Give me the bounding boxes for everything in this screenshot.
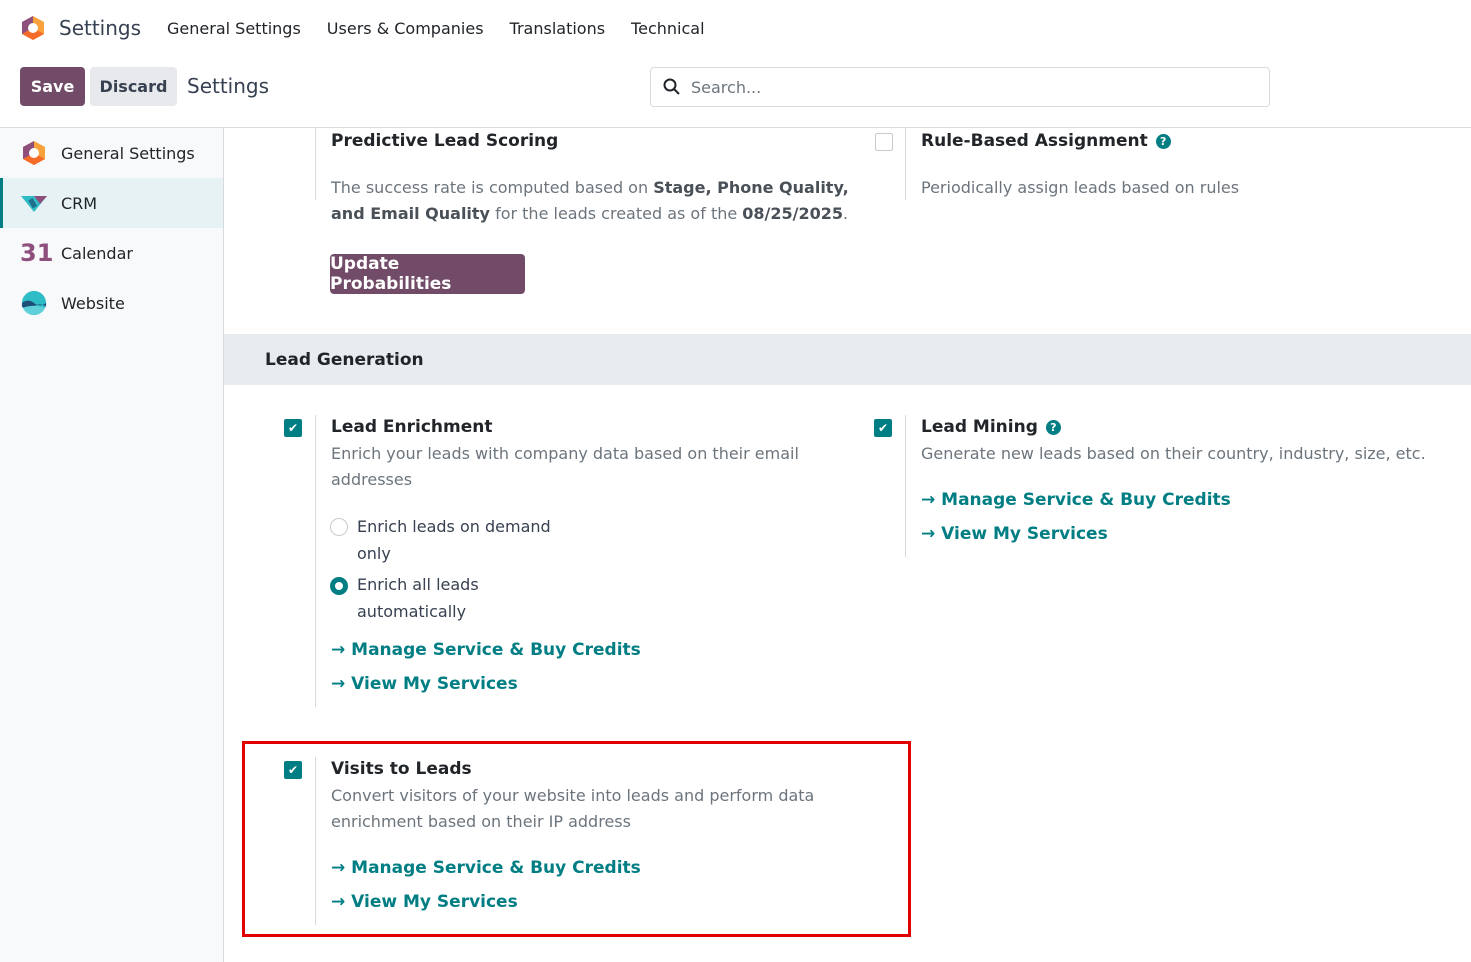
website-icon — [20, 290, 48, 316]
sidebar-item-crm[interactable]: CRM — [0, 178, 223, 228]
top-navbar: Settings General Settings Users & Compan… — [0, 0, 1471, 56]
sidebar-item-label: General Settings — [61, 144, 195, 163]
discard-button[interactable]: Discard — [90, 67, 177, 106]
sidebar-item-label: Calendar — [61, 244, 133, 263]
divider — [905, 415, 906, 557]
view-services-link[interactable]: → View My Services — [331, 674, 518, 694]
sidebar: General Settings CRM 31 Calendar Website — [0, 128, 224, 962]
app-title[interactable]: Settings — [59, 16, 141, 40]
rule-based-assignment-checkbox[interactable] — [875, 133, 893, 151]
divider — [315, 128, 316, 200]
manage-service-link[interactable]: → Manage Service & Buy Credits — [921, 490, 1231, 510]
view-services-link[interactable]: → View My Services — [921, 524, 1108, 544]
sidebar-item-label: Website — [61, 294, 125, 313]
breadcrumb: Settings — [187, 74, 269, 98]
lead-enrichment-checkbox[interactable]: ✔ — [284, 419, 302, 437]
section-header-lead-generation: Lead Generation — [224, 334, 1471, 385]
sidebar-item-website[interactable]: Website — [0, 278, 223, 328]
divider — [315, 415, 316, 707]
sidebar-item-calendar[interactable]: 31 Calendar — [0, 228, 223, 278]
enrich-on-demand-radio[interactable] — [330, 518, 348, 536]
divider — [905, 128, 906, 200]
predictive-lead-scoring-title: Predictive Lead Scoring — [331, 131, 558, 151]
calendar-icon: 31 — [20, 240, 48, 266]
settings-app-logo-icon[interactable] — [20, 15, 46, 41]
menu-general-settings[interactable]: General Settings — [167, 19, 301, 38]
rule-based-assignment-title: Rule-Based Assignment? — [921, 131, 1171, 151]
help-icon[interactable]: ? — [1156, 134, 1171, 149]
general-settings-icon — [20, 140, 48, 166]
search-placeholder: Search... — [691, 78, 761, 97]
menu-translations[interactable]: Translations — [510, 19, 606, 38]
lead-mining-desc: Generate new leads based on their countr… — [921, 441, 1426, 467]
predictive-lead-scoring-desc: The success rate is computed based on St… — [331, 175, 851, 227]
crm-icon — [20, 190, 48, 216]
search-icon — [663, 78, 681, 96]
sidebar-item-general-settings[interactable]: General Settings — [0, 128, 223, 178]
lead-enrichment-desc: Enrich your leads with company data base… — [331, 441, 821, 493]
update-probabilities-button[interactable]: Update Probabilities — [330, 254, 525, 294]
help-icon[interactable]: ? — [1046, 420, 1061, 435]
lead-mining-title: Lead Mining? — [921, 417, 1061, 437]
enrich-all-label[interactable]: Enrich all leads automatically — [357, 571, 507, 625]
lead-enrichment-title: Lead Enrichment — [331, 417, 493, 437]
rule-based-assignment-desc: Periodically assign leads based on rules — [921, 175, 1239, 201]
highlight-box — [242, 741, 911, 937]
menu-users-companies[interactable]: Users & Companies — [327, 19, 484, 38]
lead-mining-checkbox[interactable]: ✔ — [874, 419, 892, 437]
menu-technical[interactable]: Technical — [631, 19, 704, 38]
sidebar-item-label: CRM — [61, 194, 97, 213]
enrich-all-radio[interactable] — [330, 577, 348, 595]
search-input[interactable]: Search... — [650, 67, 1270, 107]
save-button[interactable]: Save — [20, 67, 85, 106]
enrich-on-demand-label[interactable]: Enrich leads on demand only — [357, 513, 567, 567]
manage-service-link[interactable]: → Manage Service & Buy Credits — [331, 640, 641, 660]
